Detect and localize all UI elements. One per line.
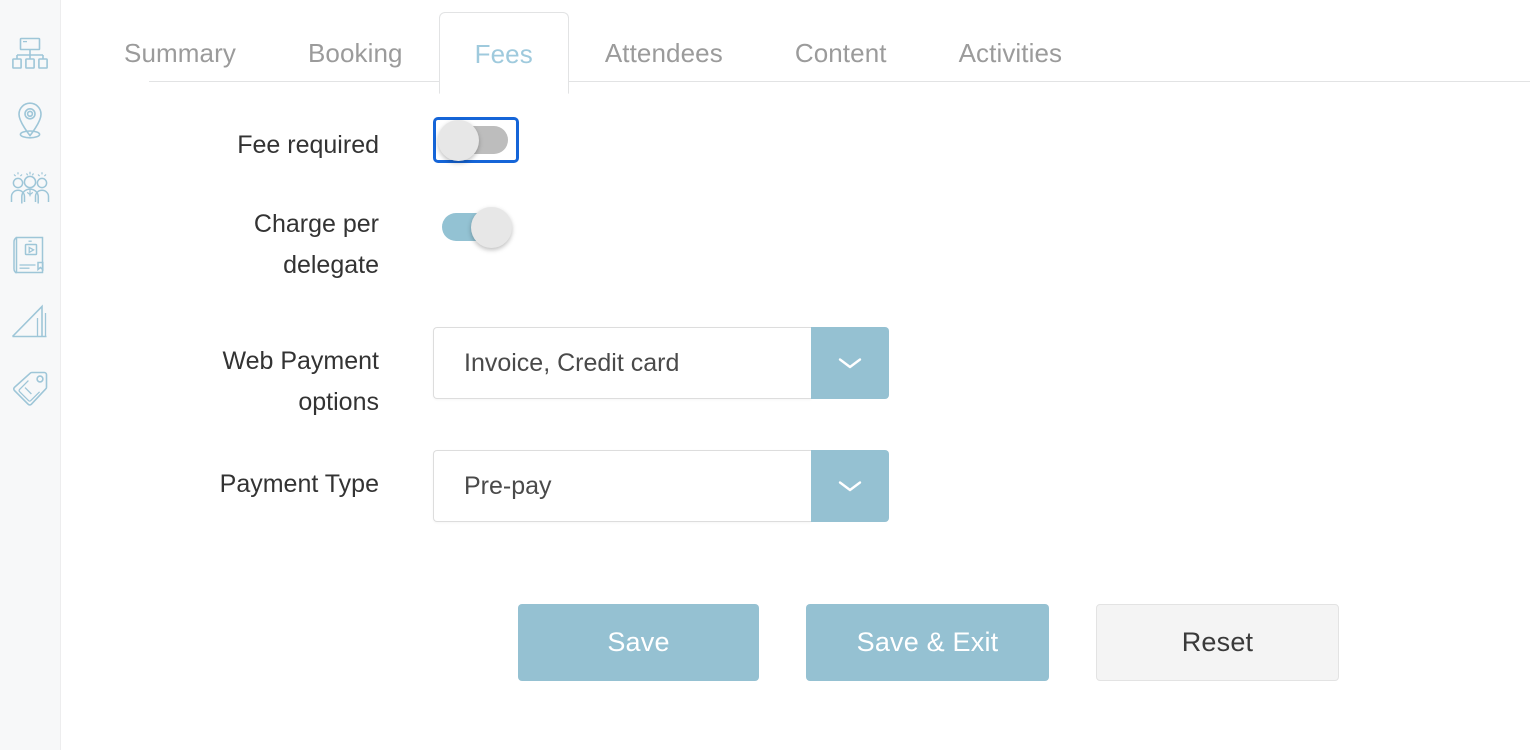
tab-summary[interactable]: Summary [88,11,272,93]
tab-bar: Summary Booking Fees Attendees Content A… [61,0,1530,94]
payment-type-dropdown-button[interactable] [811,450,889,522]
sidebar-item-location[interactable] [0,87,61,154]
fees-form: Fee required Charge per delegate Web Pay… [61,93,1530,681]
sidebar [0,0,61,750]
charge-per-delegate-wrapper [433,204,519,250]
tab-list: Summary Booking Fees Attendees Content A… [88,11,1530,94]
sidebar-item-fees[interactable] [0,355,61,422]
form-row-payment-type: Payment Type Pre-pay [61,450,1530,558]
charge-per-delegate-toggle[interactable] [442,207,512,248]
tab-activities[interactable]: Activities [923,11,1099,93]
ebook-icon [13,235,47,275]
ramp-chart-icon [11,304,49,340]
web-payment-options-dropdown-button[interactable] [811,327,889,399]
form-row-charge-per-delegate: Charge per delegate [61,204,1530,327]
chevron-down-icon [836,354,864,372]
toggle-knob [438,120,479,161]
sidebar-item-attendees[interactable] [0,154,61,221]
price-tag-icon [11,370,49,408]
web-payment-options-label: Web Payment options [222,347,379,416]
save-button[interactable]: Save [518,604,759,681]
map-pin-icon [14,101,46,141]
tab-booking[interactable]: Booking [272,11,439,93]
tab-fees[interactable]: Fees [438,12,569,94]
sidebar-item-content[interactable] [0,221,61,288]
form-row-web-payment-options: Web Payment options Invoice, Credit card [61,327,1530,450]
chevron-down-icon [836,477,864,495]
form-actions: Save Save & Exit Reset [61,558,1530,681]
app-root: Summary Booking Fees Attendees Content A… [0,0,1530,750]
toggle-knob [471,207,512,248]
fee-required-toggle[interactable] [438,120,508,161]
people-group-icon [10,170,50,206]
web-payment-options-select[interactable]: Invoice, Credit card [433,327,889,399]
payment-type-label: Payment Type [219,470,379,498]
payment-type-field: Pre-pay [379,450,889,522]
main-content: Summary Booking Fees Attendees Content A… [61,0,1530,750]
web-payment-options-field: Invoice, Credit card [379,327,889,399]
payment-type-value[interactable]: Pre-pay [433,450,811,522]
sidebar-item-structure[interactable] [0,20,61,87]
tab-content[interactable]: Content [759,11,923,93]
reset-button[interactable]: Reset [1096,604,1339,681]
sidebar-item-activities[interactable] [0,288,61,355]
payment-type-select[interactable]: Pre-pay [433,450,889,522]
web-payment-options-value[interactable]: Invoice, Credit card [433,327,811,399]
org-chart-icon [12,37,48,71]
tab-attendees[interactable]: Attendees [569,11,759,93]
save-and-exit-button[interactable]: Save & Exit [806,604,1049,681]
